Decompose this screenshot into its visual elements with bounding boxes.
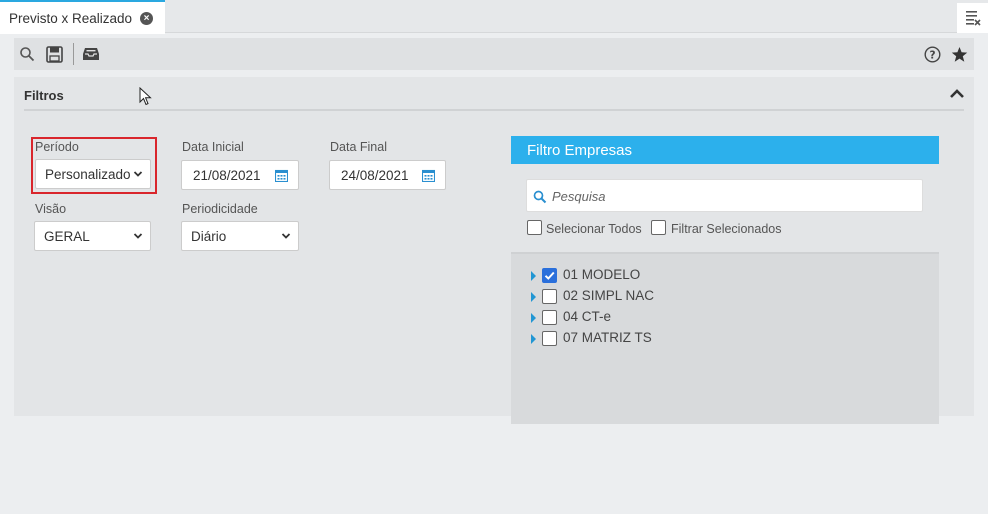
filters-panel: Filtros Período Personalizado Data Inici… xyxy=(14,77,974,424)
tab-title: Previsto x Realizado xyxy=(9,10,133,26)
svg-text:?: ? xyxy=(929,49,935,61)
periodicidade-select[interactable]: Diário xyxy=(181,221,299,251)
caret-right-icon[interactable] xyxy=(531,292,536,302)
item-label: 01 MODELO xyxy=(563,267,641,282)
search-icon[interactable] xyxy=(17,44,37,64)
caret-right-icon[interactable] xyxy=(531,334,536,344)
save-icon[interactable] xyxy=(44,44,64,64)
visao-value: GERAL xyxy=(44,228,90,244)
chevron-down-icon xyxy=(281,233,291,239)
data-inicial-value: 21/08/2021 xyxy=(193,167,261,183)
item-checkbox[interactable] xyxy=(542,268,557,283)
close-tab-icon[interactable]: × xyxy=(140,11,154,25)
calendar-icon[interactable] xyxy=(275,169,288,182)
data-final-field[interactable]: 24/08/2021 xyxy=(329,160,446,190)
periodicidade-label: Periodicidade xyxy=(182,202,258,216)
favorite-star-icon[interactable] xyxy=(949,44,969,64)
toolbar: ? xyxy=(14,38,974,70)
select-all-label: Selecionar Todos xyxy=(546,222,642,236)
chevron-down-icon xyxy=(133,233,143,239)
item-label: 04 CT-e xyxy=(563,309,612,324)
tab-previsto-realizado[interactable]: Previsto x Realizado × xyxy=(0,0,165,34)
data-inicial-label: Data Inicial xyxy=(182,140,244,154)
archive-icon[interactable] xyxy=(81,44,101,64)
filter-selected-label: Filtrar Selecionados xyxy=(671,222,782,236)
panel-title: Filtros xyxy=(24,88,64,103)
periodo-label: Período xyxy=(35,140,79,154)
periodo-select[interactable]: Personalizado xyxy=(35,159,151,189)
calendar-icon[interactable] xyxy=(422,169,435,182)
visao-select[interactable]: GERAL xyxy=(34,221,151,251)
data-final-value: 24/08/2021 xyxy=(341,167,409,183)
data-inicial-field[interactable]: 21/08/2021 xyxy=(181,160,299,190)
tab-bar: Previsto x Realizado × xyxy=(0,0,988,34)
periodicidade-value: Diário xyxy=(191,228,227,244)
item-checkbox[interactable] xyxy=(542,310,557,325)
help-icon[interactable]: ? xyxy=(922,44,942,64)
caret-right-icon[interactable] xyxy=(531,313,536,323)
filter-selected-checkbox[interactable] xyxy=(651,220,666,235)
item-label: 02 SIMPL NAC xyxy=(563,288,655,303)
filtro-empresas-controls: Pesquisa Selecionar Todos Filtrar Seleci… xyxy=(511,164,939,254)
caret-right-icon[interactable] xyxy=(531,271,536,281)
item-label: 07 MATRIZ TS xyxy=(563,330,652,345)
visao-label: Visão xyxy=(35,202,67,216)
item-checkbox[interactable] xyxy=(542,289,557,304)
filtro-empresas-title: Filtro Empresas xyxy=(511,136,939,164)
toolbar-separator xyxy=(73,43,74,65)
panel-divider xyxy=(24,109,964,111)
select-all-checkbox[interactable] xyxy=(527,220,542,235)
mouse-cursor-icon xyxy=(139,87,152,106)
periodo-value: Personalizado xyxy=(45,166,131,182)
empresas-search-input[interactable]: Pesquisa xyxy=(526,179,923,212)
search-placeholder: Pesquisa xyxy=(552,189,606,204)
tab-list-menu-icon[interactable] xyxy=(957,3,988,33)
item-checkbox[interactable] xyxy=(542,331,557,346)
collapse-chevron-up-icon[interactable] xyxy=(949,87,965,101)
chevron-down-icon xyxy=(133,171,143,177)
filtro-empresas-panel: Filtro Empresas Pesquisa Selecionar Todo… xyxy=(511,136,939,424)
data-final-label: Data Final xyxy=(330,140,387,154)
search-icon xyxy=(533,190,547,204)
